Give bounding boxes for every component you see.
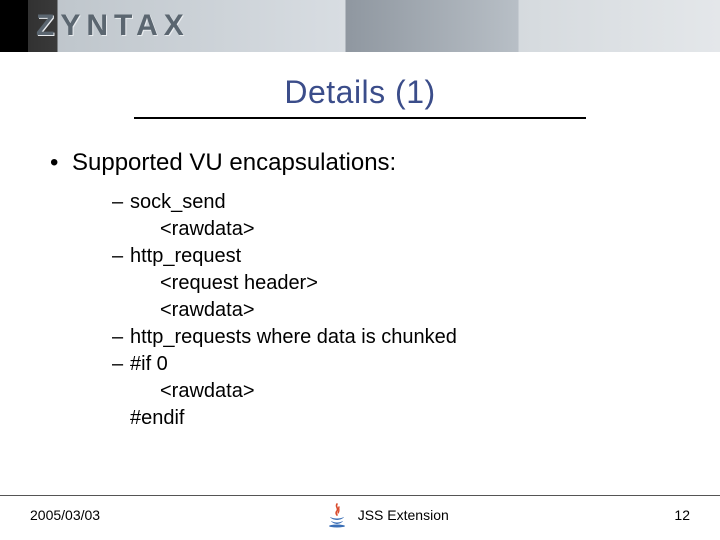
item-head: http_requests where data is chunked — [130, 326, 457, 348]
banner: ZYNTAX — [0, 0, 720, 52]
footer-date: 2005/03/03 — [30, 507, 100, 523]
bullet-main: Supported VU encapsulations: — [50, 149, 670, 177]
item-line: <rawdata> — [112, 297, 670, 324]
list-item: http_requests where data is chunked — [112, 324, 670, 351]
item-line: <rawdata> — [112, 378, 670, 405]
sub-list: sock_send <rawdata> http_request <reques… — [50, 189, 670, 432]
footer-label: JSS Extension — [358, 507, 449, 523]
item-line: <request header> — [112, 270, 670, 297]
footer: 2005/03/03 JSS Extension 12 — [0, 495, 720, 528]
banner-logo: ZYNTAX — [36, 9, 190, 43]
list-item: sock_send — [112, 189, 670, 216]
footer-center: JSS Extension — [100, 502, 674, 528]
item-head: http_request — [130, 245, 241, 267]
footer-page: 12 — [674, 507, 690, 523]
list-item: http_request — [112, 243, 670, 270]
item-tail: #endif — [112, 405, 670, 432]
list-item: #if 0 — [112, 351, 670, 378]
item-head: sock_send — [130, 191, 226, 213]
java-icon — [326, 502, 348, 528]
item-head: #if 0 — [130, 353, 168, 375]
item-line: <rawdata> — [112, 216, 670, 243]
page-title: Details (1) — [134, 74, 585, 119]
content: Supported VU encapsulations: sock_send <… — [0, 119, 720, 432]
title-wrap: Details (1) — [0, 74, 720, 119]
